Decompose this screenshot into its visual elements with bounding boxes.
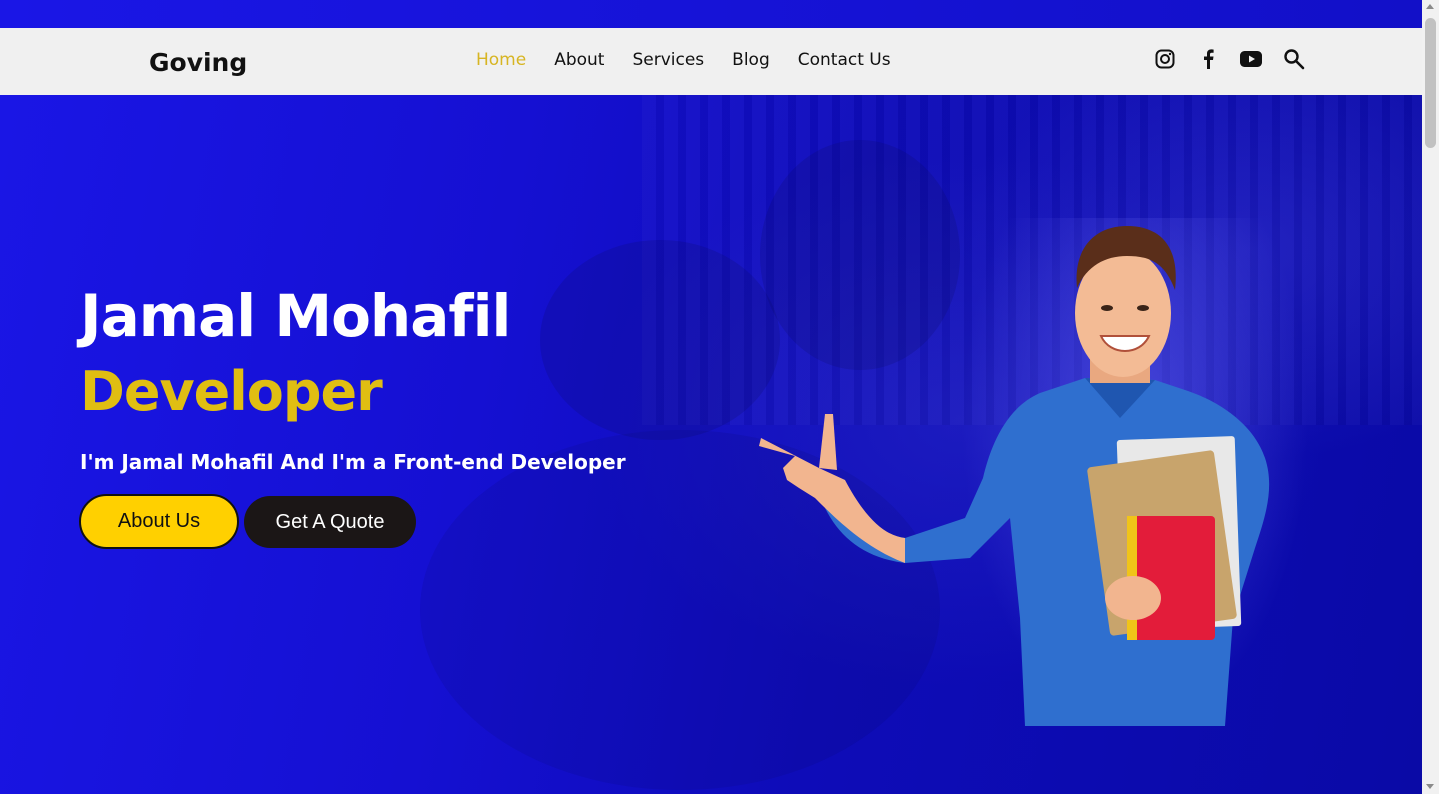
- social-links: [1153, 47, 1325, 71]
- background-figure: [540, 240, 780, 440]
- scrollbar-thumb[interactable]: [1425, 18, 1436, 148]
- hero-title: Jamal Mohafil: [80, 282, 511, 350]
- instagram-icon[interactable]: [1153, 47, 1177, 71]
- top-strip: [0, 0, 1422, 28]
- scroll-up-arrow[interactable]: [1426, 4, 1434, 9]
- nav-services[interactable]: Services: [632, 50, 704, 70]
- get-a-quote-button[interactable]: Get A Quote: [244, 496, 416, 548]
- scroll-down-arrow[interactable]: [1426, 784, 1434, 789]
- nav-about[interactable]: About: [554, 50, 604, 70]
- hero-person-image: [759, 226, 1270, 726]
- hero-subtitle: I'm Jamal Mohafil And I'm a Front-end De…: [80, 450, 626, 474]
- about-us-button[interactable]: About Us: [79, 494, 239, 549]
- main-nav: Home About Services Blog Contact Us: [476, 50, 919, 70]
- page: Goving Home About Services Blog Contact …: [0, 0, 1422, 794]
- search-icon[interactable]: [1282, 47, 1306, 71]
- scrollbar[interactable]: [1422, 0, 1439, 794]
- youtube-icon[interactable]: [1239, 47, 1263, 71]
- navbar: Goving Home About Services Blog Contact …: [0, 28, 1422, 95]
- nav-contact[interactable]: Contact Us: [798, 50, 891, 70]
- nav-blog[interactable]: Blog: [732, 50, 770, 70]
- hero-role: Developer: [80, 360, 383, 423]
- nav-home[interactable]: Home: [476, 50, 526, 70]
- facebook-icon[interactable]: [1196, 47, 1220, 71]
- brand-logo[interactable]: Goving: [149, 48, 247, 77]
